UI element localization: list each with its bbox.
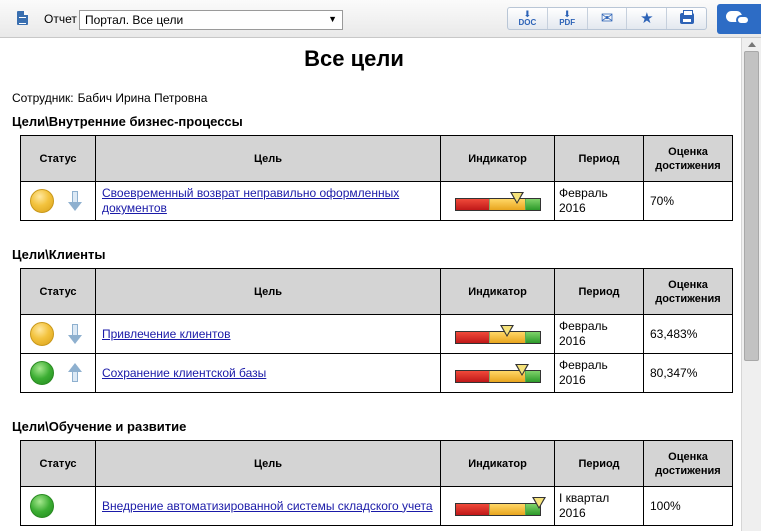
doc-export-icon: ⬇ xyxy=(523,9,532,19)
status-indicator-icon xyxy=(30,189,54,213)
table-row: Привлечение клиентов Февраль 2016 63,483… xyxy=(20,314,733,354)
period-cell: Февраль 2016 xyxy=(554,353,644,393)
goal-link[interactable]: Своевременный возврат неправильно оформл… xyxy=(102,186,399,215)
report-label: Отчет xyxy=(44,12,77,26)
column-header-score: Оценка достижения xyxy=(643,440,733,487)
vertical-scrollbar[interactable] xyxy=(741,38,761,531)
print-button[interactable] xyxy=(667,8,706,29)
report-select[interactable]: Портал. Все цели ▼ xyxy=(79,10,343,30)
column-header-period: Период xyxy=(554,135,644,182)
column-header-indicator: Индикатор xyxy=(440,268,555,315)
column-header-indicator: Индикатор xyxy=(440,440,555,487)
indicator-gauge xyxy=(455,495,547,517)
column-header-period: Период xyxy=(554,268,644,315)
goals-table: Статус Цель Индикатор Период Оценка дост… xyxy=(20,268,733,393)
column-header-status: Статус xyxy=(20,135,96,182)
goal-link[interactable]: Привлечение клиентов xyxy=(102,327,230,341)
table-header-row: Статус Цель Индикатор Период Оценка дост… xyxy=(20,440,733,487)
column-header-status: Статус xyxy=(20,268,96,315)
column-header-goal: Цель xyxy=(95,135,441,182)
gauge-marker-icon xyxy=(509,192,524,204)
table-row: Внедрение автоматизированной системы скл… xyxy=(20,486,733,526)
email-icon: ✉ xyxy=(600,10,614,27)
toolbar: Отчет Портал. Все цели ▼ ⬇ DOC ⬇ PDF ✉ ★ xyxy=(0,0,761,38)
indicator-gauge xyxy=(455,362,541,384)
score-cell: 63,483% xyxy=(643,314,733,354)
section-title: Цели\Клиенты xyxy=(12,247,106,262)
export-doc-label: DOC xyxy=(518,18,537,27)
table-header-row: Статус Цель Индикатор Период Оценка дост… xyxy=(20,268,733,315)
goals-table: Статус Цель Индикатор Период Оценка дост… xyxy=(20,440,733,526)
page-title: Все цели xyxy=(304,46,404,71)
employee-label: Сотрудник: xyxy=(12,91,74,105)
report-content: Все цели Сотрудник: Бабич Ирина Петровна … xyxy=(4,38,740,531)
chat-button[interactable] xyxy=(717,4,761,34)
table-row: Своевременный возврат неправильно оформл… xyxy=(20,181,733,221)
goals-table: Статус Цель Индикатор Период Оценка дост… xyxy=(20,135,733,221)
print-icon xyxy=(679,10,694,24)
indicator-gauge xyxy=(455,190,541,212)
document-icon xyxy=(17,11,28,25)
period-cell: Февраль 2016 xyxy=(554,181,644,221)
score-cell: 80,347% xyxy=(643,353,733,393)
employee-line: Сотрудник: Бабич Ирина Петровна xyxy=(12,91,207,105)
section-title: Цели\Внутренние бизнес-процессы xyxy=(12,114,243,129)
email-button[interactable]: ✉ xyxy=(588,8,628,29)
column-header-score: Оценка достижения xyxy=(643,268,733,315)
export-pdf-label: PDF xyxy=(559,18,576,27)
score-cell: 100% xyxy=(643,486,733,526)
gauge-marker-icon xyxy=(532,497,547,509)
table-header-row: Статус Цель Индикатор Период Оценка дост… xyxy=(20,135,733,182)
scroll-up-icon[interactable] xyxy=(748,42,756,47)
export-button-group: ⬇ DOC ⬇ PDF ✉ ★ xyxy=(507,7,707,30)
employee-name: Бабич Ирина Петровна xyxy=(77,91,208,105)
goal-link[interactable]: Сохранение клиентской базы xyxy=(102,366,266,380)
column-header-indicator: Индикатор xyxy=(440,135,555,182)
scrollbar-thumb[interactable] xyxy=(744,51,759,361)
period-cell: I квартал 2016 xyxy=(554,486,644,526)
gauge-marker-icon xyxy=(500,325,515,337)
pdf-export-icon: ⬇ xyxy=(563,9,571,19)
score-cell: 70% xyxy=(643,181,733,221)
trend-arrow-icon xyxy=(68,363,82,383)
report-select-value: Портал. Все цели xyxy=(85,13,184,27)
status-indicator-icon xyxy=(30,361,54,385)
trend-arrow-icon xyxy=(68,324,82,344)
indicator-gauge xyxy=(455,323,541,345)
trend-arrow-icon xyxy=(68,191,82,211)
export-doc-button[interactable]: ⬇ DOC xyxy=(508,8,548,29)
column-header-status: Статус xyxy=(20,440,96,487)
section-title: Цели\Обучение и развитие xyxy=(12,419,187,434)
table-row: Сохранение клиентской базы Февраль 2016 … xyxy=(20,353,733,393)
favorite-star-icon: ★ xyxy=(640,10,654,27)
column-header-goal: Цель xyxy=(95,268,441,315)
period-cell: Февраль 2016 xyxy=(554,314,644,354)
chevron-down-icon: ▼ xyxy=(328,14,337,24)
column-header-period: Период xyxy=(554,440,644,487)
column-header-goal: Цель xyxy=(95,440,441,487)
favorite-button[interactable]: ★ xyxy=(627,8,668,29)
column-header-score: Оценка достижения xyxy=(643,135,733,182)
goal-link[interactable]: Внедрение автоматизированной системы скл… xyxy=(102,499,433,513)
status-indicator-icon xyxy=(30,322,54,346)
export-pdf-button[interactable]: ⬇ PDF xyxy=(548,8,588,29)
status-indicator-icon xyxy=(30,494,54,518)
gauge-marker-icon xyxy=(515,364,530,376)
